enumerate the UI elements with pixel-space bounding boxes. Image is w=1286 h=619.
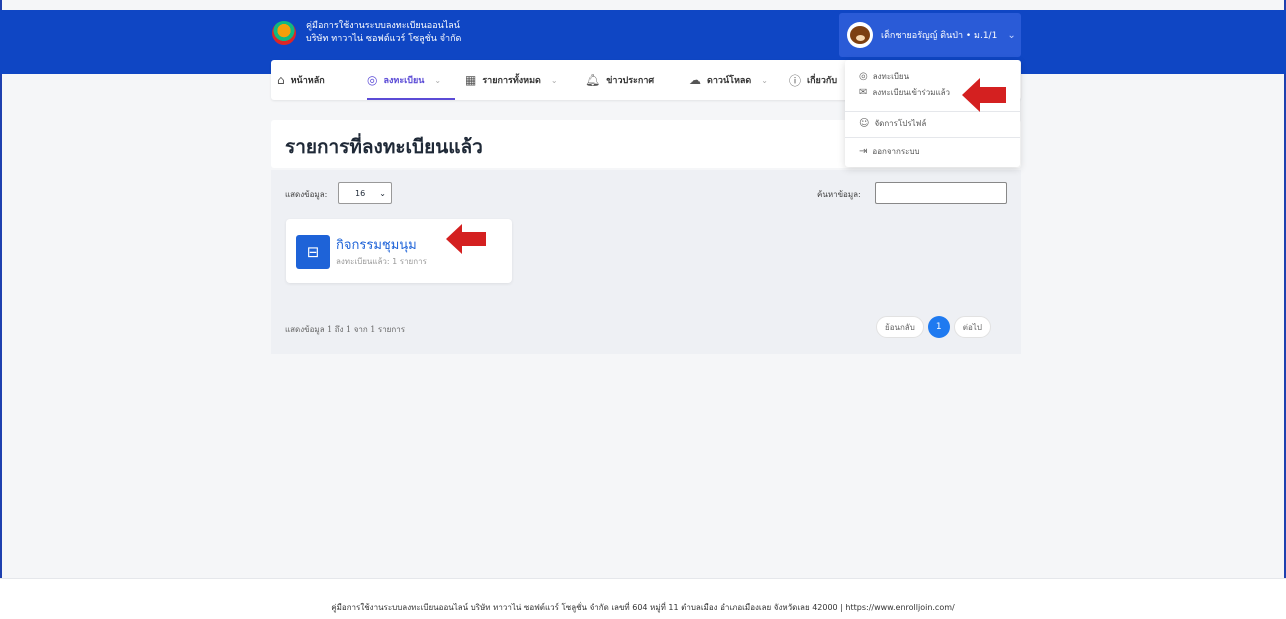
- page-title: รายการที่ลงทะเบียนแล้ว: [285, 136, 483, 158]
- avatar: [847, 22, 873, 48]
- menu-item-label: ลงทะเบียนเข้าร่วมแล้ว: [872, 88, 951, 97]
- bell-icon: 🔔︎: [585, 73, 601, 87]
- entries-per-page-select[interactable]: 16 ⌄: [338, 182, 392, 204]
- nav-item-home[interactable]: ⌂ หน้าหลัก: [277, 60, 325, 100]
- nav-item-download[interactable]: ☁ ดาวน์โหลด ⌄: [689, 60, 768, 100]
- chevron-down-icon: ⌄: [379, 188, 386, 198]
- grid-icon: ▦: [465, 73, 477, 87]
- user-icon: ☺: [859, 118, 870, 129]
- menu-item-label: ลงทะเบียน: [872, 72, 910, 81]
- menu-item-logout[interactable]: ⇥ ออกจากระบบ: [859, 145, 920, 158]
- nav-label: เกี่ยวกับ: [807, 76, 838, 86]
- annotation-arrow-icon: [962, 78, 1006, 112]
- prev-page-button[interactable]: ย้อนกลับ: [876, 316, 924, 338]
- school-logo-icon: [272, 21, 296, 45]
- nav-item-all-lists[interactable]: ▦ รายการทั้งหมด ⌄: [465, 60, 558, 100]
- brand-company: บริษัท ทาวาไน่ ซอฟต์แวร์ โซลูชั่น จำกัด: [306, 34, 462, 44]
- user-menu-button[interactable]: เด็กชายอรัญญ์ ดินป่า • ม.1/1 ⌄: [839, 13, 1021, 57]
- brand-title: คู่มือการใช้งานระบบลงทะเบียนออนไลน์: [306, 21, 460, 31]
- nav-label: ลงทะเบียน: [383, 76, 425, 86]
- chevron-down-icon: ⌄: [550, 75, 558, 85]
- footer-text: คู่มือการใช้งานระบบลงทะเบียนออนไลน์ บริษ…: [331, 603, 955, 612]
- active-tab-indicator: [367, 98, 455, 100]
- envelope-icon: ✉: [859, 87, 868, 98]
- nav-label: ข่าวประกาศ: [606, 76, 655, 86]
- search-input[interactable]: [875, 182, 1007, 204]
- activity-subtitle: ลงทะเบียนแล้ว: 1 รายการ: [336, 257, 427, 266]
- inbox-icon: ⊟: [296, 235, 330, 269]
- nav-label: ดาวน์โหลด: [707, 76, 752, 86]
- logout-icon: ⇥: [859, 146, 868, 157]
- show-entries-label: แสดงข้อมูล:: [285, 190, 328, 199]
- nav-item-about[interactable]: ⓘ เกี่ยวกับ: [789, 60, 837, 100]
- footer: คู่มือการใช้งานระบบลงทะเบียนออนไลน์ บริษ…: [0, 578, 1286, 619]
- page-1-button[interactable]: 1: [927, 316, 950, 338]
- search-label: ค้นหาข้อมูล:: [817, 190, 861, 199]
- annotation-arrow-icon: [446, 224, 486, 254]
- menu-item-label: ออกจากระบบ: [872, 147, 920, 156]
- brand[interactable]: คู่มือการใช้งานระบบลงทะเบียนออนไลน์ บริษ…: [272, 20, 461, 46]
- chevron-down-icon: ⌄: [1007, 29, 1016, 41]
- nav-label: รายการทั้งหมด: [482, 76, 541, 86]
- pagination: ย้อนกลับ 1 ต่อไป: [876, 316, 991, 338]
- user-name: เด็กชายอรัญญ์ ดินป่า • ม.1/1: [881, 31, 998, 41]
- check-circle-icon: ◎: [859, 71, 868, 82]
- nav-label: หน้าหลัก: [290, 76, 325, 86]
- home-icon: ⌂: [277, 73, 285, 87]
- menu-item-register[interactable]: ◎ ลงทะเบียน: [859, 70, 909, 83]
- menu-item-registered[interactable]: ✉ ลงทะเบียนเข้าร่วมแล้ว: [859, 86, 950, 99]
- nav-item-news[interactable]: 🔔︎ ข่าวประกาศ: [585, 60, 654, 100]
- user-dropdown-menu: ◎ ลงทะเบียน ✉ ลงทะเบียนเข้าร่วมแล้ว ☺ จั…: [845, 60, 1020, 167]
- divider: [845, 137, 1020, 138]
- info-icon: ⓘ: [789, 73, 802, 88]
- select-value: 16: [355, 188, 366, 198]
- check-circle-icon: ◎: [367, 73, 378, 87]
- activity-title[interactable]: กิจกรรมชุมนุม: [336, 234, 417, 255]
- menu-item-label: จัดการโปรไฟล์: [874, 119, 927, 128]
- nav-item-register[interactable]: ◎ ลงทะเบียน ⌄: [367, 60, 441, 100]
- menu-item-profile[interactable]: ☺ จัดการโปรไฟล์: [859, 117, 926, 130]
- next-page-button[interactable]: ต่อไป: [953, 316, 991, 338]
- chevron-down-icon: ⌄: [434, 75, 442, 85]
- cloud-icon: ☁: [689, 73, 701, 87]
- pagination-info: แสดงข้อมูล 1 ถึง 1 จาก 1 รายการ: [285, 325, 405, 334]
- chevron-down-icon: ⌄: [761, 75, 768, 85]
